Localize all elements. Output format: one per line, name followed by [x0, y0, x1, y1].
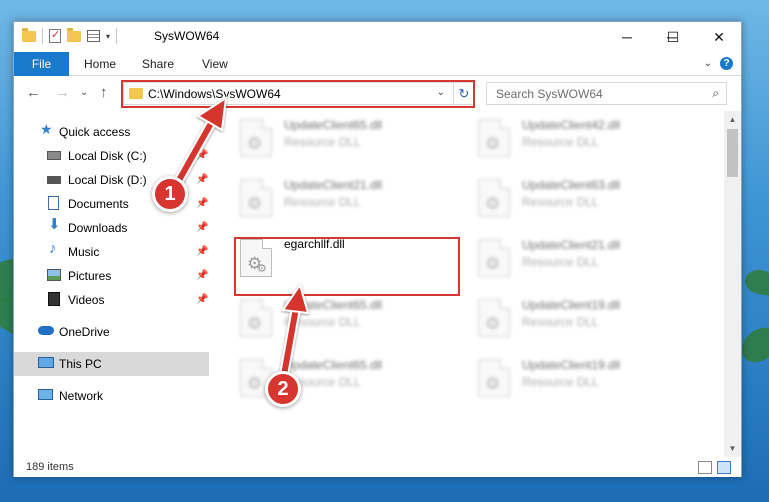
- callout-arrows: [173, 96, 310, 376]
- callout-2: 2: [265, 371, 301, 407]
- arrow-2: [279, 282, 310, 376]
- arrow-1: [173, 96, 228, 185]
- callout-1: 1: [152, 176, 188, 212]
